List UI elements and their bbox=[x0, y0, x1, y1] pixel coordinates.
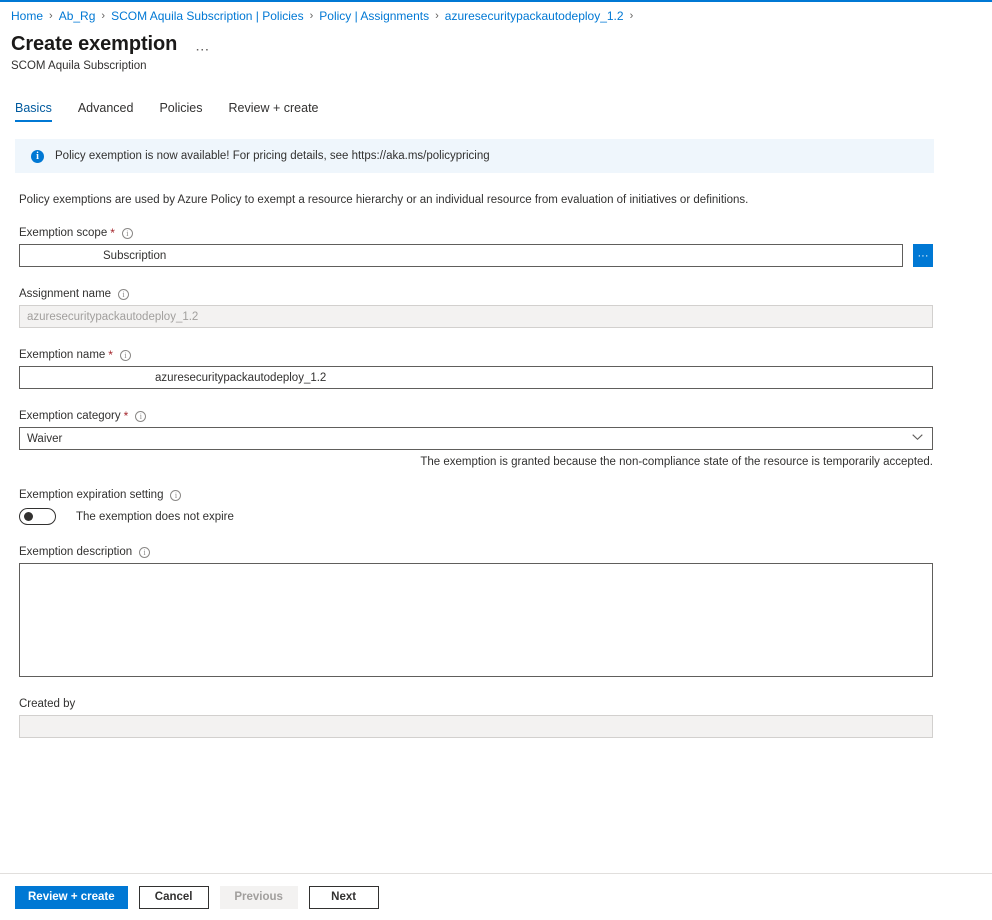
page-title: Create exemption bbox=[11, 33, 178, 55]
expiration-setting-label-row: Exemption expiration setting i bbox=[19, 489, 992, 501]
exemption-name-input[interactable] bbox=[19, 366, 933, 389]
info-tooltip-icon[interactable]: i bbox=[139, 546, 151, 558]
breadcrumb: Home › Ab_Rg › SCOM Aquila Subscription … bbox=[0, 2, 992, 24]
next-button[interactable]: Next bbox=[308, 885, 379, 909]
info-banner-text: Policy exemption is now available! For p… bbox=[55, 150, 490, 162]
assignment-name-input bbox=[19, 305, 933, 328]
expiration-setting-label: Exemption expiration setting bbox=[19, 489, 164, 501]
exemption-name-label: Exemption name bbox=[19, 349, 106, 361]
info-tooltip-icon[interactable]: i bbox=[118, 288, 130, 300]
breadcrumb-separator-icon: › bbox=[101, 9, 106, 22]
page-subtitle: SCOM Aquila Subscription bbox=[11, 60, 147, 72]
expiration-toggle[interactable] bbox=[19, 508, 56, 525]
exemption-scope-row: ··· bbox=[19, 244, 992, 267]
exemption-scope-input[interactable] bbox=[19, 244, 903, 267]
info-tooltip-icon[interactable]: i bbox=[119, 349, 131, 361]
cancel-button[interactable]: Cancel bbox=[138, 885, 209, 909]
expiration-toggle-row: The exemption does not expire bbox=[19, 508, 992, 525]
exemption-category-label: Exemption category bbox=[19, 410, 121, 422]
tab-review-create[interactable]: Review + create bbox=[229, 101, 319, 122]
assignment-name-label-row: Assignment name i bbox=[19, 288, 992, 300]
breadcrumb-item-subscription-policies[interactable]: SCOM Aquila Subscription | Policies bbox=[111, 9, 304, 23]
basics-form: Policy exemptions are used by Azure Poli… bbox=[0, 194, 992, 738]
breadcrumb-separator-icon: › bbox=[435, 9, 439, 22]
exemption-description-label: Exemption description bbox=[19, 546, 133, 558]
create-exemption-blade: Home › Ab_Rg › SCOM Aquila Subscription … bbox=[0, 2, 992, 920]
exemption-description-textarea[interactable] bbox=[19, 563, 933, 677]
exemption-scope-label-row: Exemption scope * i bbox=[19, 227, 992, 239]
page-title-row: Create exemption ⋯ bbox=[0, 24, 992, 58]
wizard-footer: Review + create Cancel Previous Next bbox=[0, 873, 992, 920]
tab-basics[interactable]: Basics bbox=[15, 101, 52, 122]
breadcrumb-item-policy-assignments[interactable]: Policy | Assignments bbox=[319, 9, 429, 23]
breadcrumb-item-resource-group[interactable]: Ab_Rg bbox=[59, 9, 96, 23]
exemption-category-helper-text: The exemption is granted because the non… bbox=[420, 456, 933, 468]
exemption-category-wrap: Waiver Mitigated bbox=[19, 427, 933, 450]
breadcrumb-separator-icon: › bbox=[309, 9, 314, 22]
expiration-toggle-label: The exemption does not expire bbox=[76, 510, 234, 523]
info-tooltip-icon[interactable]: i bbox=[121, 227, 133, 239]
exemption-scope-browse-button[interactable]: ··· bbox=[913, 244, 933, 267]
exemption-scope-label: Exemption scope bbox=[19, 227, 108, 239]
breadcrumb-separator-icon: › bbox=[629, 9, 634, 22]
exemption-description-label-row: Exemption description i bbox=[19, 546, 992, 558]
breadcrumb-separator-icon: › bbox=[49, 9, 53, 22]
info-icon: i bbox=[31, 149, 44, 163]
info-tooltip-icon[interactable]: i bbox=[170, 489, 182, 501]
required-marker: * bbox=[108, 347, 113, 362]
info-tooltip-icon[interactable]: i bbox=[135, 410, 147, 422]
previous-button: Previous bbox=[219, 885, 298, 909]
form-lead-text: Policy exemptions are used by Azure Poli… bbox=[19, 194, 749, 206]
breadcrumb-item-assignment[interactable]: azuresecuritypackautodeploy_1.2 bbox=[445, 9, 624, 23]
review-create-button[interactable]: Review + create bbox=[15, 885, 128, 909]
assignment-name-label: Assignment name bbox=[19, 288, 112, 300]
exemption-category-select[interactable]: Waiver Mitigated bbox=[19, 427, 933, 450]
created-by-label: Created by bbox=[19, 698, 76, 710]
tab-policies[interactable]: Policies bbox=[159, 101, 202, 122]
required-marker: * bbox=[110, 225, 115, 240]
breadcrumb-item-home[interactable]: Home bbox=[11, 9, 43, 23]
required-marker: * bbox=[123, 408, 129, 423]
created-by-label-row: Created by bbox=[19, 698, 992, 710]
wizard-tabs: Basics Advanced Policies Review + create bbox=[0, 94, 992, 122]
tab-advanced[interactable]: Advanced bbox=[78, 101, 134, 122]
info-banner: i Policy exemption is now available! For… bbox=[15, 139, 934, 173]
exemption-category-label-row: Exemption category * i bbox=[19, 410, 992, 422]
more-options-icon[interactable]: ⋯ bbox=[191, 40, 213, 58]
created-by-input bbox=[19, 715, 933, 738]
toggle-knob bbox=[24, 512, 33, 521]
exemption-name-label-row: Exemption name * i bbox=[19, 349, 992, 361]
